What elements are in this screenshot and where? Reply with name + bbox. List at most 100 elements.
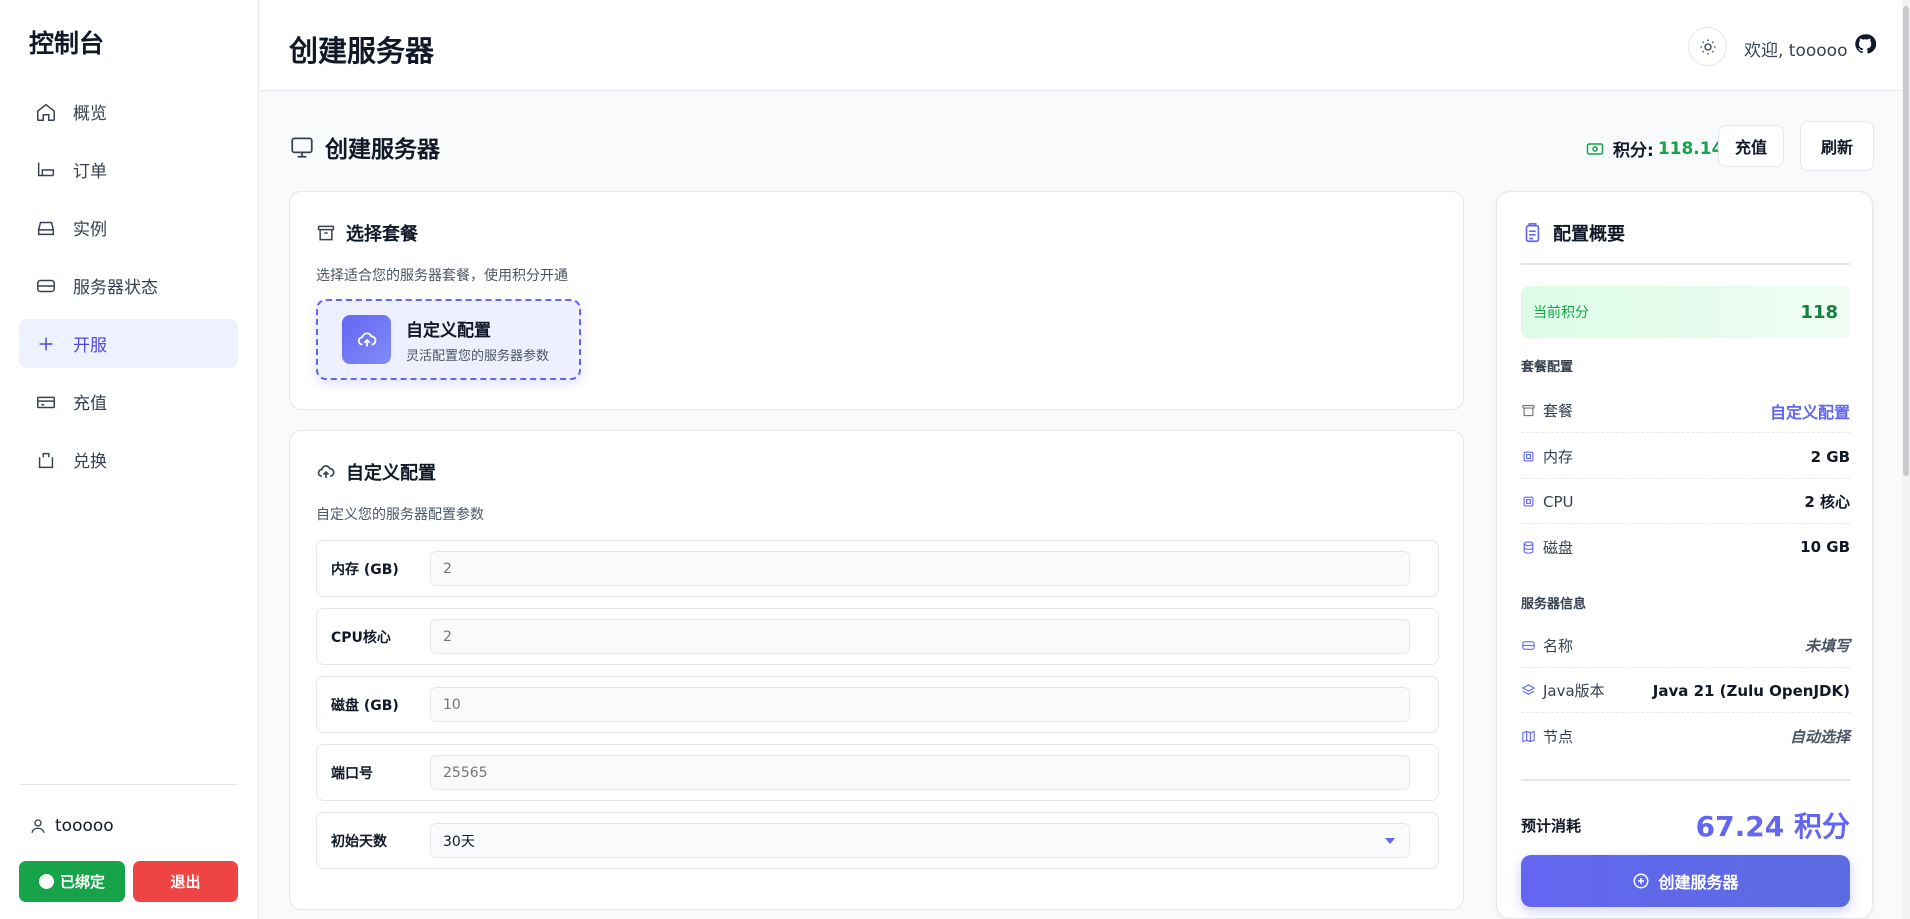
summary-row-memory: 内存 2 GB <box>1521 435 1850 479</box>
port-input[interactable] <box>430 755 1410 790</box>
server-status-icon <box>37 279 55 292</box>
create-server-button[interactable]: 创建服务器 <box>1521 855 1850 907</box>
days-selected: 30天 <box>443 833 475 850</box>
summary-value: 2 核心 <box>1804 493 1850 511</box>
sidebar-item-orders[interactable]: 订单 <box>19 145 238 194</box>
recharge-button[interactable]: 充值 <box>1718 125 1784 167</box>
sidebar-divider <box>19 784 238 785</box>
plan-section-title: 套餐配置 <box>1521 360 1574 375</box>
days-select[interactable]: 30天 <box>430 823 1410 858</box>
top-header: 创建服务器 欢迎, tooooo <box>260 0 1910 91</box>
plan-card-desc: 选择适合您的服务器套餐，使用积分开通 <box>316 268 568 284</box>
welcome-text: 欢迎, tooooo <box>1744 41 1848 61</box>
custom-config-card: 自定义配置 自定义您的服务器配置参数 内存 (GB) CPU核心 磁盘 (GB)… <box>289 430 1464 910</box>
summary-value: 未填写 <box>1804 637 1850 655</box>
custom-card-title-text: 自定义配置 <box>346 463 436 484</box>
sidebar-user: tooooo <box>29 816 114 836</box>
custom-card-desc: 自定义您的服务器配置参数 <box>316 507 484 523</box>
user-icon <box>31 819 45 833</box>
money-icon <box>1586 142 1604 155</box>
summary-value: 自动选择 <box>1789 727 1850 746</box>
summary-key: 名称 <box>1543 637 1574 655</box>
archive-icon <box>317 225 335 241</box>
chip-icon <box>1523 451 1534 462</box>
summary-title-text: 配置概要 <box>1553 224 1625 245</box>
summary-card: 配置概要 当前积分 118 套餐配置 套餐 自定义配置 内存 2 GB CPU … <box>1496 191 1873 919</box>
sidebar-item-server-status[interactable]: 服务器状态 <box>19 261 238 310</box>
form-row-disk: 磁盘 (GB) <box>316 676 1439 733</box>
cpu-icon <box>1523 496 1534 507</box>
plus-circle-icon <box>1633 873 1649 889</box>
cloud-upload-icon <box>317 465 335 478</box>
form-row-days: 初始天数 30天 <box>316 812 1439 869</box>
sidebar-item-recharge[interactable]: 充值 <box>19 377 238 426</box>
cpu-label: CPU核心 <box>331 629 391 646</box>
summary-title: 配置概要 <box>1521 220 1625 246</box>
summary-key: CPU <box>1543 492 1574 511</box>
sidebar-item-overview[interactable]: 概览 <box>19 87 238 136</box>
form-row-port: 端口号 <box>316 744 1439 801</box>
sidebar-nav: 概览 订单 实例 服务器状态 开服 充值 兑换 <box>19 87 238 493</box>
map-icon <box>1522 730 1535 742</box>
current-points-value: 118 <box>1800 301 1838 323</box>
summary-row-name: 名称 未填写 <box>1521 624 1850 668</box>
github-icon[interactable] <box>1854 33 1876 55</box>
memory-label: 内存 (GB) <box>331 561 399 578</box>
summary-value: Java 21 (Zulu OpenJDK) <box>1652 681 1850 700</box>
refresh-button[interactable]: 刷新 <box>1800 121 1874 171</box>
estimate-row: 预计消耗 67.24 积分 <box>1521 805 1850 845</box>
plan-option-custom[interactable]: 自定义配置 灵活配置您的服务器参数 <box>316 299 581 380</box>
summary-value: 10 GB <box>1800 538 1850 556</box>
summary-divider <box>1521 779 1850 781</box>
scrollbar-thumb[interactable] <box>1903 6 1909 476</box>
status-dot-icon <box>38 874 54 889</box>
sidebar-item-instances[interactable]: 实例 <box>19 203 238 252</box>
redeem-icon <box>38 452 54 468</box>
summary-key: 内存 <box>1543 448 1574 466</box>
home-icon <box>37 103 55 121</box>
plan-option-name: 自定义配置 <box>406 320 491 341</box>
database-icon <box>1523 540 1534 554</box>
bound-status-button[interactable]: 已绑定 <box>19 861 125 902</box>
chevron-down-icon <box>1385 838 1395 844</box>
disk-input[interactable] <box>430 687 1410 722</box>
layers-icon <box>1521 684 1536 695</box>
current-points-box: 当前积分 118 <box>1521 286 1850 338</box>
summary-key: 磁盘 <box>1543 538 1574 557</box>
plan-card: 选择套餐 选择适合您的服务器套餐，使用积分开通 自定义配置 灵活配置您的服务器参… <box>289 191 1464 410</box>
page-scrollbar[interactable] <box>1902 0 1910 919</box>
clipboard-icon <box>1525 223 1540 243</box>
logout-button[interactable]: 退出 <box>133 861 238 902</box>
plan-icon <box>342 315 391 364</box>
sidebar-item-label: 开服 <box>73 336 107 356</box>
brand-title: 控制台 <box>29 29 105 58</box>
summary-value: 2 GB <box>1810 447 1850 466</box>
wallet-icon <box>37 396 55 408</box>
plan-card-title: 选择套餐 <box>316 220 418 246</box>
archive-icon <box>1522 404 1535 417</box>
summary-row-java: Java版本 Java 21 (Zulu OpenJDK) <box>1521 669 1850 713</box>
sidebar-item-open-server[interactable]: 开服 <box>19 319 238 368</box>
sidebar-item-label: 服务器状态 <box>73 278 158 298</box>
theme-toggle-button[interactable] <box>1688 27 1727 66</box>
summary-value: 自定义配置 <box>1769 402 1850 422</box>
sidebar-item-label: 订单 <box>73 162 107 182</box>
memory-input[interactable] <box>430 551 1410 586</box>
days-label: 初始天数 <box>331 833 387 850</box>
sidebar-item-redeem[interactable]: 兑换 <box>19 435 238 484</box>
sidebar-item-label: 充值 <box>73 394 107 414</box>
cpu-input[interactable] <box>430 619 1410 654</box>
plan-card-title-text: 选择套餐 <box>346 224 418 245</box>
page-heading: 创建服务器 <box>289 130 440 164</box>
server-icon <box>1522 641 1535 650</box>
plan-option-sub: 灵活配置您的服务器参数 <box>406 348 550 364</box>
points-display: 积分: 118.14 <box>1585 136 1723 161</box>
username: tooooo <box>55 816 114 836</box>
port-label: 端口号 <box>331 765 373 782</box>
summary-row-node: 节点 自动选择 <box>1521 714 1850 758</box>
header-title: 创建服务器 <box>289 34 435 68</box>
form-row-cpu: CPU核心 <box>316 608 1439 665</box>
current-points-label: 当前积分 <box>1533 305 1589 321</box>
summary-key: 套餐 <box>1543 402 1574 420</box>
summary-row-disk: 磁盘 10 GB <box>1521 525 1850 569</box>
